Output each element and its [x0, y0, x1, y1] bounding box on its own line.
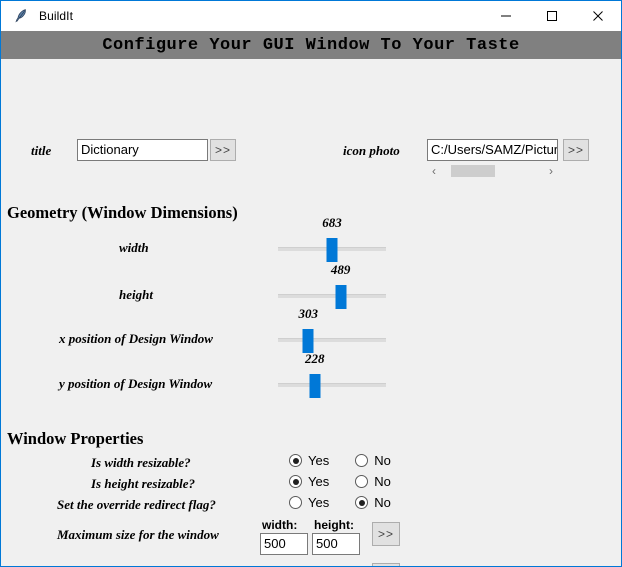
minimize-icon: [501, 15, 511, 17]
icon-photo-scrollbar[interactable]: ‹ ›: [427, 163, 558, 179]
feather-icon: [15, 9, 26, 23]
scroll-left-arrow-icon[interactable]: ‹: [427, 163, 441, 179]
scroll-right-arrow-icon[interactable]: ›: [544, 163, 558, 179]
radio-height-resizable-yes[interactable]: Yes: [289, 474, 329, 489]
scrollbar-thumb[interactable]: [451, 165, 495, 177]
maximize-button[interactable]: [529, 1, 575, 31]
radio-group-override-redirect: Yes No: [289, 495, 417, 510]
radio-label: Yes: [308, 453, 330, 468]
slider-width[interactable]: 683: [278, 215, 386, 266]
geometry-heading: Geometry (Window Dimensions): [7, 203, 238, 222]
slider-value-height: 489: [330, 262, 351, 277]
radio-width-resizable-no[interactable]: No: [355, 453, 391, 468]
radio-override-redirect-yes[interactable]: Yes: [289, 495, 329, 510]
close-button[interactable]: [575, 1, 621, 31]
slider-thumb-x-position[interactable]: [302, 329, 314, 353]
maximum-height-input[interactable]: 500: [312, 533, 360, 555]
radio-label-width-resizable: Is width resizable?: [91, 455, 191, 470]
title-bar: BuildIt: [1, 1, 621, 31]
slider-track[interactable]: [278, 383, 386, 387]
minimize-button[interactable]: [483, 1, 529, 31]
radio-label: No: [374, 474, 391, 489]
radio-dot-icon: [289, 475, 302, 488]
radio-label: Yes: [308, 495, 330, 510]
window-controls: [483, 1, 621, 31]
title-browse-button[interactable]: >>: [210, 139, 236, 161]
scrollbar-trough[interactable]: [441, 165, 544, 177]
radio-width-resizable-yes[interactable]: Yes: [289, 453, 329, 468]
maximum-height-label: height:: [314, 518, 354, 532]
radio-height-resizable-no[interactable]: No: [355, 474, 391, 489]
slider-track[interactable]: [278, 338, 386, 342]
form-content: title Dictionary >> icon photo C:/Users/…: [1, 59, 621, 566]
slider-thumb-width[interactable]: [326, 238, 338, 262]
slider-label-x-position: x position of Design Window: [59, 331, 213, 346]
slider-track[interactable]: [278, 294, 386, 298]
window-title: BuildIt: [39, 9, 74, 23]
banner: Configure Your GUI Window To Your Taste: [1, 31, 621, 59]
radio-dot-icon: [355, 454, 369, 467]
slider-thumb-y-position[interactable]: [309, 374, 321, 398]
slider-x-position[interactable]: 303: [278, 306, 386, 357]
radio-label: No: [374, 453, 391, 468]
radio-override-redirect-no[interactable]: No: [355, 495, 391, 510]
maximum-size-browse-button[interactable]: >>: [372, 522, 400, 546]
icon-photo-label: icon photo: [343, 143, 400, 158]
icon-photo-browse-button[interactable]: >>: [563, 139, 589, 161]
radio-label: Yes: [308, 474, 330, 489]
slider-y-position[interactable]: 228: [278, 351, 386, 402]
slider-thumb-height[interactable]: [335, 285, 347, 309]
maximize-icon: [547, 11, 557, 21]
slider-value-x-position: 303: [298, 306, 318, 321]
radio-label-override-redirect: Set the override redirect flag?: [57, 497, 216, 512]
icon-photo-input[interactable]: C:/Users/SAMZ/Pictures: [427, 139, 558, 161]
radio-dot-icon: [289, 454, 302, 467]
title-field-label: title: [31, 143, 52, 158]
application-window: BuildIt Configure Your GUI Window To You…: [0, 0, 622, 567]
maximum-width-input[interactable]: 500: [260, 533, 308, 555]
slider-value-y-position: 228: [304, 351, 325, 366]
slider-label-y-position: y position of Design Window: [59, 376, 213, 391]
radio-dot-icon: [355, 496, 369, 509]
radio-dot-icon: [289, 496, 302, 509]
radio-group-width-resizable: Yes No: [289, 453, 417, 468]
slider-value-width: 683: [322, 215, 342, 230]
radio-dot-icon: [355, 475, 369, 488]
slider-label-width: width: [119, 240, 149, 255]
window-properties-heading: Window Properties: [7, 429, 144, 448]
maximum-width-label: width:: [262, 518, 298, 532]
radio-label-height-resizable: Is height resizable?: [91, 476, 196, 491]
slider-height[interactable]: 489: [278, 262, 386, 313]
minimum-size-browse-button[interactable]: >>: [372, 563, 400, 566]
radio-label: No: [374, 495, 391, 510]
slider-label-height: height: [119, 287, 153, 302]
banner-text: Configure Your GUI Window To Your Taste: [102, 35, 520, 55]
radio-group-height-resizable: Yes No: [289, 474, 417, 489]
close-icon: [593, 11, 603, 21]
title-input[interactable]: Dictionary: [77, 139, 208, 161]
maximum-size-label: Maximum size for the window: [57, 527, 219, 542]
